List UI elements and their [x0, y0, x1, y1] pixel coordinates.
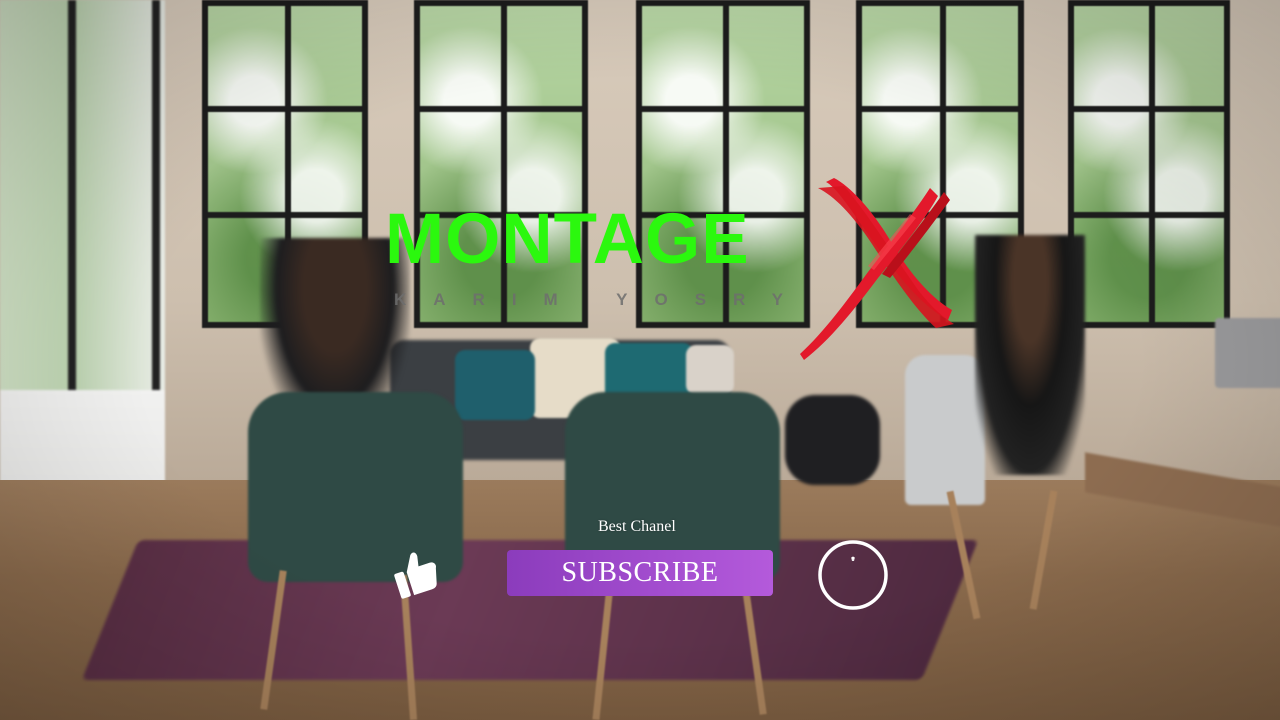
brush-x-icon	[800, 178, 954, 360]
channel-label: Best Chanel	[598, 518, 676, 535]
logo-title: MONTAGE	[385, 200, 750, 279]
thumbs-up-icon[interactable]	[388, 544, 440, 600]
notification-circle-icon[interactable]	[816, 538, 890, 612]
logo-subtitle: KARIM YOSRY	[394, 290, 811, 309]
subscribe-button[interactable]: SUBSCRIBE	[507, 550, 773, 596]
background-photo	[0, 0, 1280, 720]
